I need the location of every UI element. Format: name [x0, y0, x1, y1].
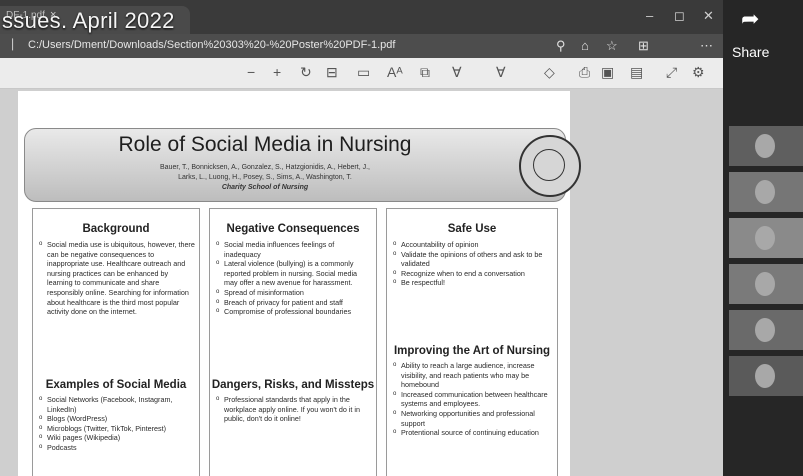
background-heading: Background [82, 223, 150, 235]
participant-video-tile[interactable] [729, 356, 803, 396]
school-name: Charity School of Nursing [221, 184, 309, 191]
negative-list: Social media influences feelings of inad… [216, 240, 372, 317]
page-view-icon[interactable]: ▭ [357, 64, 370, 81]
erase-icon[interactable]: ◇ [544, 64, 555, 81]
draw-icon[interactable]: ∀ [496, 64, 506, 81]
video-overlay-title: ssues. April 2022 [2, 8, 175, 33]
zoom-icon[interactable]: ⚲ [556, 38, 566, 54]
participant-face [755, 134, 775, 158]
list-item: Wiki pages (Wikipedia) [39, 433, 195, 443]
share-arrow-icon[interactable]: ➦ [741, 6, 759, 32]
zoom-out-icon[interactable]: − [247, 64, 255, 80]
column-left: Background Social media use is ubiquitou… [32, 208, 200, 476]
list-item: Validate the opinions of others and ask … [393, 250, 553, 269]
book-icon[interactable]: ⧉ [420, 64, 430, 81]
dangers-list: Professional standards that apply in the… [216, 395, 372, 424]
improving-heading: Improving the Art of Nursing [393, 345, 551, 357]
close-window-icon[interactable]: ✕ [703, 8, 714, 24]
authors-line-2: Larks, L., Luong, H., Posey, S., Sims, A… [178, 174, 352, 181]
poster-banner: Role of Social Media in Nursing Bauer, T… [24, 128, 581, 202]
zoom-in-icon[interactable]: + [273, 64, 281, 80]
safe-use-list: Accountability of opinion Validate the o… [393, 240, 553, 288]
list-item: Networking opportunities and professiona… [393, 409, 553, 428]
rotate-icon[interactable]: ↻ [300, 64, 312, 81]
poster-title: Role of Social Media in Nursing [118, 133, 412, 156]
list-item: Social media use is ubiquitous, however,… [39, 240, 195, 317]
list-item: Microblogs (Twitter, TikTok, Pinterest) [39, 424, 195, 434]
save-as-icon[interactable]: ▤ [630, 64, 643, 81]
dangers-heading: Dangers, Risks, and Missteps [211, 379, 375, 391]
url-text[interactable]: C:/Users/Dment/Downloads/Section%20303%2… [28, 39, 395, 51]
list-item: Be respectful! [393, 278, 553, 288]
address-bar[interactable]: ⎸ C:/Users/Dment/Downloads/Section%20303… [0, 34, 723, 86]
examples-list: Social Networks (Facebook, Instagram, Li… [39, 395, 195, 453]
participant-video-tile[interactable] [729, 264, 803, 304]
poster-authors: Bauer, T., Bonnicksen, A., Gonzalez, S.,… [25, 163, 505, 193]
participant-video-tile[interactable] [729, 172, 803, 212]
favorite-icon[interactable]: ☆ [606, 38, 618, 54]
print-icon[interactable]: ⎙ [579, 64, 590, 81]
settings-gear-icon[interactable]: ⚙ [692, 64, 705, 81]
school-seal-logo [519, 135, 581, 197]
list-item: Protentional source of continuing educat… [393, 428, 553, 438]
participant-face [755, 364, 775, 388]
pdf-toolbar: − + ↻ ⊟ ▭ Aᴬ ⧉ ∀ ∀ ◇ ⎙ ▣ ▤ ⤢ ⚙ [0, 58, 723, 89]
list-item: Blogs (WordPress) [39, 414, 195, 424]
more-menu-icon[interactable]: ⋯ [700, 38, 713, 54]
file-icon: ⎸ [12, 37, 25, 51]
column-right: Safe Use Accountability of opinion Valid… [386, 208, 558, 476]
participant-face [755, 226, 775, 250]
safe-use-heading: Safe Use [447, 223, 497, 235]
participant-video-tile[interactable] [729, 218, 803, 258]
list-item: Increased communication between healthca… [393, 390, 553, 409]
save-icon[interactable]: ▣ [601, 64, 614, 81]
maximize-icon[interactable]: ◻ [674, 8, 685, 24]
list-item: Social media influences feelings of inad… [216, 240, 372, 259]
list-item: Compromise of professional boundaries [216, 307, 372, 317]
fullscreen-icon[interactable]: ⤢ [666, 64, 677, 81]
participant-video-tile[interactable] [729, 310, 803, 350]
list-item: Ability to reach a large audience, incre… [393, 361, 553, 390]
background-list: Social media use is ubiquitous, however,… [39, 240, 195, 317]
participant-face [755, 272, 775, 296]
seal-center [533, 149, 565, 181]
list-item: Lateral violence (bullying) is a commonl… [216, 259, 372, 288]
improving-list: Ability to reach a large audience, incre… [393, 361, 553, 438]
screen-share: DF-1.pdf × – ◻ ✕ ⎸ C:/Users/Dment/Downlo… [0, 0, 723, 476]
read-aloud-icon[interactable]: ⌂ [581, 38, 589, 53]
minimize-icon[interactable]: – [646, 8, 653, 23]
highlight-icon[interactable]: ∀ [452, 64, 462, 81]
text-size-icon[interactable]: Aᴬ [387, 64, 403, 80]
list-item: Spread of misinformation [216, 288, 372, 298]
column-middle: Negative Consequences Social media influ… [209, 208, 377, 476]
list-item: Breach of privacy for patient and staff [216, 298, 372, 308]
participant-face [755, 318, 775, 342]
authors-line-1: Bauer, T., Bonnicksen, A., Gonzalez, S.,… [160, 164, 370, 171]
share-label[interactable]: Share [732, 44, 769, 60]
fit-page-icon[interactable]: ⊟ [326, 64, 338, 81]
list-item: Accountability of opinion [393, 240, 553, 250]
participant-video-tile[interactable] [729, 126, 803, 166]
list-item: Social Networks (Facebook, Instagram, Li… [39, 395, 195, 414]
list-item: Professional standards that apply in the… [216, 395, 372, 424]
participant-face [755, 180, 775, 204]
negative-heading: Negative Consequences [226, 223, 360, 235]
list-item: Recognize when to end a conversation [393, 269, 553, 279]
collections-icon[interactable]: ⊞ [638, 38, 649, 54]
list-item: Podcasts [39, 443, 195, 453]
examples-heading: Examples of Social Media [45, 379, 187, 391]
